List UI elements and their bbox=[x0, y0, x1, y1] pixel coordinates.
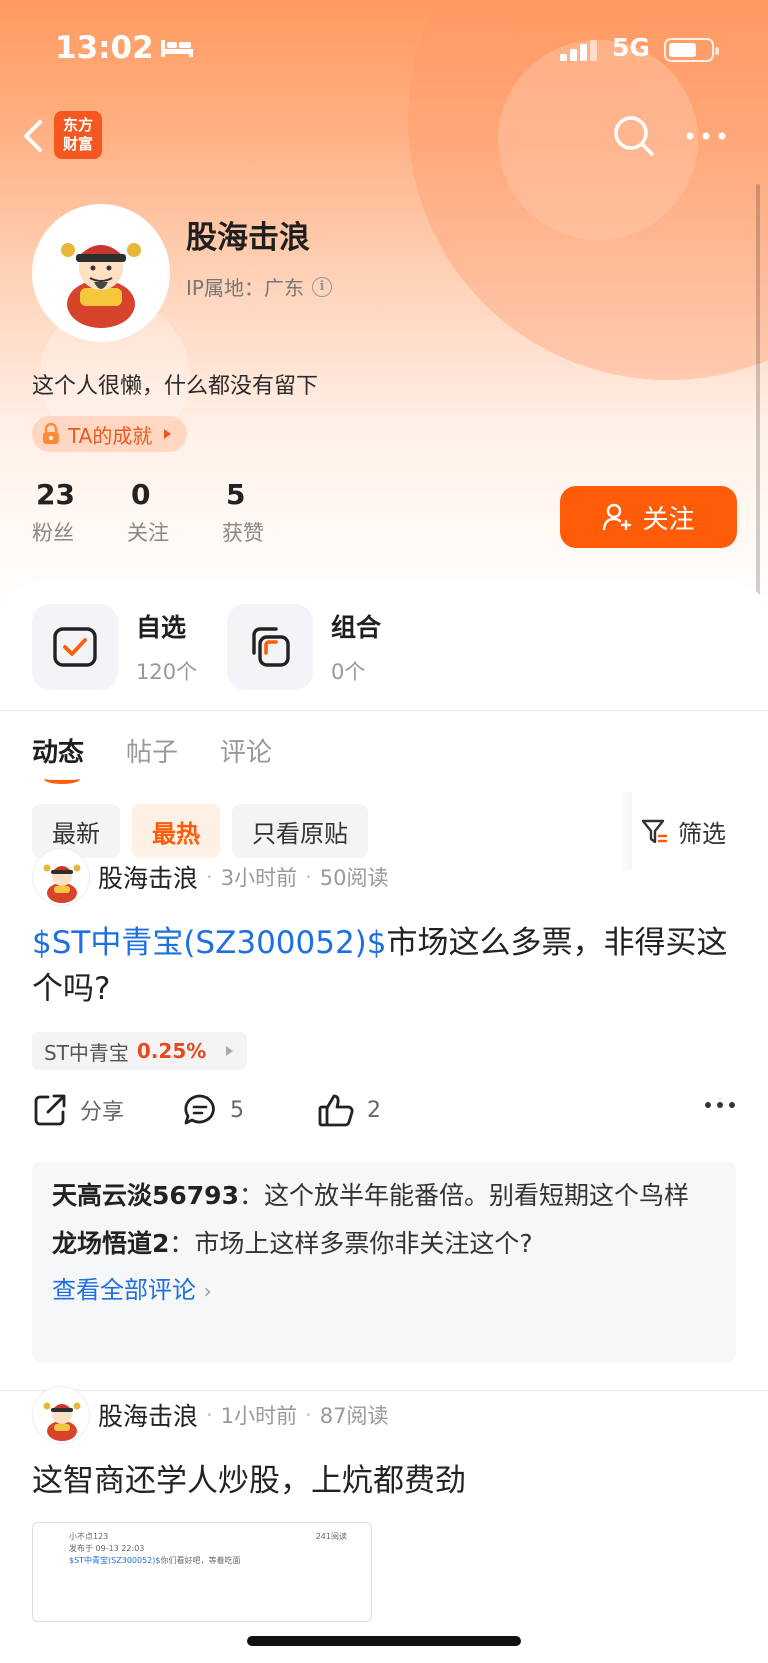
shortcut-title: 自选 bbox=[136, 613, 187, 642]
post-avatar[interactable] bbox=[32, 1386, 90, 1444]
share-label: 分享 bbox=[80, 1100, 125, 1125]
watchlist-shortcut[interactable]: 自选 120个 bbox=[32, 604, 197, 690]
stock-change: 0.25% bbox=[136, 1039, 207, 1063]
comment-icon bbox=[184, 1094, 215, 1125]
profile-name: 股海击浪 bbox=[186, 220, 310, 256]
stat-following[interactable]: 0 关注 bbox=[127, 478, 222, 547]
stat-followers[interactable]: 23 粉丝 bbox=[32, 478, 127, 547]
search-icon[interactable] bbox=[610, 112, 658, 160]
shortcut-title: 组合 bbox=[331, 613, 382, 642]
ip-location: IP属地：广东 bbox=[186, 276, 304, 300]
filter-button[interactable]: 筛选 bbox=[640, 804, 726, 858]
stock-mention-link[interactable]: $ST中青宝(SZ300052)$ bbox=[32, 925, 387, 961]
content-tabs: 动态 帖子 评论 bbox=[32, 732, 272, 784]
sleep-mode-icon bbox=[161, 40, 193, 57]
ip-location-row: IP属地：广东 i bbox=[186, 272, 332, 301]
comment-user[interactable]: 天高云淡56793 bbox=[52, 1181, 239, 1210]
thumb-mention: $ST中青宝(SZ300052)$ bbox=[69, 1556, 161, 1565]
filter-icon bbox=[641, 819, 668, 844]
stock-tag-name: ST中青宝 bbox=[44, 1040, 129, 1065]
status-time: 13:02 bbox=[55, 30, 154, 66]
shortcut-count: 0个 bbox=[331, 660, 366, 684]
post-reads: 87阅读 bbox=[319, 1404, 389, 1428]
comment-item: 龙场悟道2：市场上这样多票你非关注这个? bbox=[52, 1229, 533, 1258]
portfolio-icon bbox=[227, 604, 313, 690]
info-icon[interactable]: i bbox=[311, 276, 332, 297]
profile-stats: 23 粉丝 0 关注 5 获赞 bbox=[32, 478, 317, 547]
achievement-button[interactable]: TA的成就 bbox=[32, 416, 188, 452]
stat-label: 获赞 bbox=[222, 521, 264, 545]
app-logo: 东方 财富 bbox=[54, 111, 102, 159]
tab-posts[interactable]: 帖子 bbox=[126, 732, 178, 769]
stat-value: 0 bbox=[131, 478, 151, 511]
stat-value: 5 bbox=[226, 478, 246, 511]
comment-text: 市场上这样多票你非关注这个? bbox=[194, 1229, 533, 1258]
comment-text: 这个放半年能番倍。别看短期这个鸟样 bbox=[264, 1181, 690, 1210]
share-icon bbox=[34, 1094, 66, 1126]
thumb-meta: 发布于 09-13 22:03 bbox=[69, 1544, 145, 1553]
battery-icon bbox=[664, 38, 719, 62]
comment-item: 天高云淡56793：这个放半年能番倍。别看短期这个鸟样 bbox=[52, 1181, 690, 1210]
fortune-god-avatar-icon bbox=[43, 864, 81, 903]
signal-icon bbox=[560, 40, 597, 61]
stat-likes[interactable]: 5 获赞 bbox=[222, 478, 317, 547]
post-avatar[interactable] bbox=[32, 848, 90, 906]
post-text[interactable]: 这智商还学人炒股，上炕都费劲 bbox=[32, 1458, 742, 1504]
portfolio-shortcut[interactable]: 组合 0个 bbox=[227, 604, 381, 690]
back-button[interactable] bbox=[16, 112, 52, 160]
tab-activity[interactable]: 动态 bbox=[32, 732, 84, 784]
divider bbox=[0, 710, 768, 711]
lock-icon bbox=[43, 423, 59, 444]
watchlist-icon bbox=[32, 604, 118, 690]
thumbs-up-icon bbox=[318, 1094, 354, 1127]
comment-count: 5 bbox=[230, 1097, 244, 1123]
chevron-right-icon: › bbox=[203, 1279, 212, 1303]
home-indicator[interactable] bbox=[247, 1636, 521, 1646]
post-image-thumbnail[interactable]: 小不点123 发布于 09-13 22:03 $ST中青宝(SZ300052)$… bbox=[32, 1522, 372, 1622]
arrow-right-icon bbox=[226, 1046, 234, 1056]
share-button[interactable]: 分享 bbox=[32, 1092, 124, 1128]
like-count: 2 bbox=[367, 1097, 381, 1123]
network-type: 5G bbox=[612, 33, 650, 62]
post-author[interactable]: 股海击浪 bbox=[98, 1397, 198, 1433]
more-options-icon[interactable] bbox=[704, 1100, 736, 1110]
filter-label: 筛选 bbox=[678, 819, 726, 848]
achievement-label: TA的成就 bbox=[68, 423, 153, 448]
more-options-icon[interactable] bbox=[682, 118, 730, 154]
status-bar: 13:02 5G bbox=[0, 0, 768, 100]
post-meta: 股海击浪 · 3小时前 · 50阅读 bbox=[32, 848, 389, 906]
post-meta: 股海击浪 · 1小时前 · 87阅读 bbox=[32, 1386, 389, 1444]
post-reads: 50阅读 bbox=[319, 866, 389, 890]
follow-button[interactable]: 关注 bbox=[560, 486, 737, 548]
fortune-god-avatar-icon bbox=[43, 1402, 81, 1441]
thumb-views: 241阅读 bbox=[315, 1532, 347, 1541]
post-author[interactable]: 股海击浪 bbox=[98, 859, 198, 895]
fortune-god-avatar-icon bbox=[32, 204, 170, 342]
like-button[interactable]: 2 bbox=[317, 1092, 381, 1128]
thumb-user: 小不点123 bbox=[69, 1532, 109, 1541]
stat-label: 粉丝 bbox=[32, 521, 74, 545]
post-actions: 分享 5 2 bbox=[32, 1092, 736, 1136]
follow-label: 关注 bbox=[642, 504, 695, 535]
tab-indicator bbox=[44, 774, 80, 784]
comment-button[interactable]: 5 bbox=[182, 1092, 244, 1128]
post-time: 1小时前 bbox=[220, 1404, 298, 1428]
comment-user[interactable]: 龙场悟道2 bbox=[52, 1229, 169, 1258]
post-time: 3小时前 bbox=[220, 866, 298, 890]
comment-preview[interactable]: 天高云淡56793：这个放半年能番倍。别看短期这个鸟样 龙场悟道2：市场上这样多… bbox=[32, 1162, 736, 1362]
tab-comments[interactable]: 评论 bbox=[220, 732, 272, 769]
stock-tag[interactable]: ST中青宝 0.25% bbox=[32, 1032, 248, 1070]
content-card: 自选 120个 组合 0个 动态 帖子 评论 最新 最热 只看原贴 筛选 股海击… bbox=[0, 582, 768, 1663]
stat-value: 23 bbox=[36, 478, 75, 511]
view-all-comments-link[interactable]: 查看全部评论 › bbox=[52, 1270, 212, 1305]
post-text[interactable]: $ST中青宝(SZ300052)$市场这么多票，非得买这个吗? bbox=[32, 920, 742, 1012]
shortcut-count: 120个 bbox=[136, 660, 198, 684]
stat-label: 关注 bbox=[127, 521, 169, 545]
avatar[interactable] bbox=[32, 204, 170, 342]
add-user-icon bbox=[603, 503, 632, 531]
profile-bio: 这个人很懒，什么都没有留下 bbox=[32, 374, 319, 399]
arrow-right-icon bbox=[164, 429, 172, 439]
thumb-text: 你们看好吧，等着吃面 bbox=[160, 1556, 241, 1565]
divider bbox=[620, 792, 632, 870]
